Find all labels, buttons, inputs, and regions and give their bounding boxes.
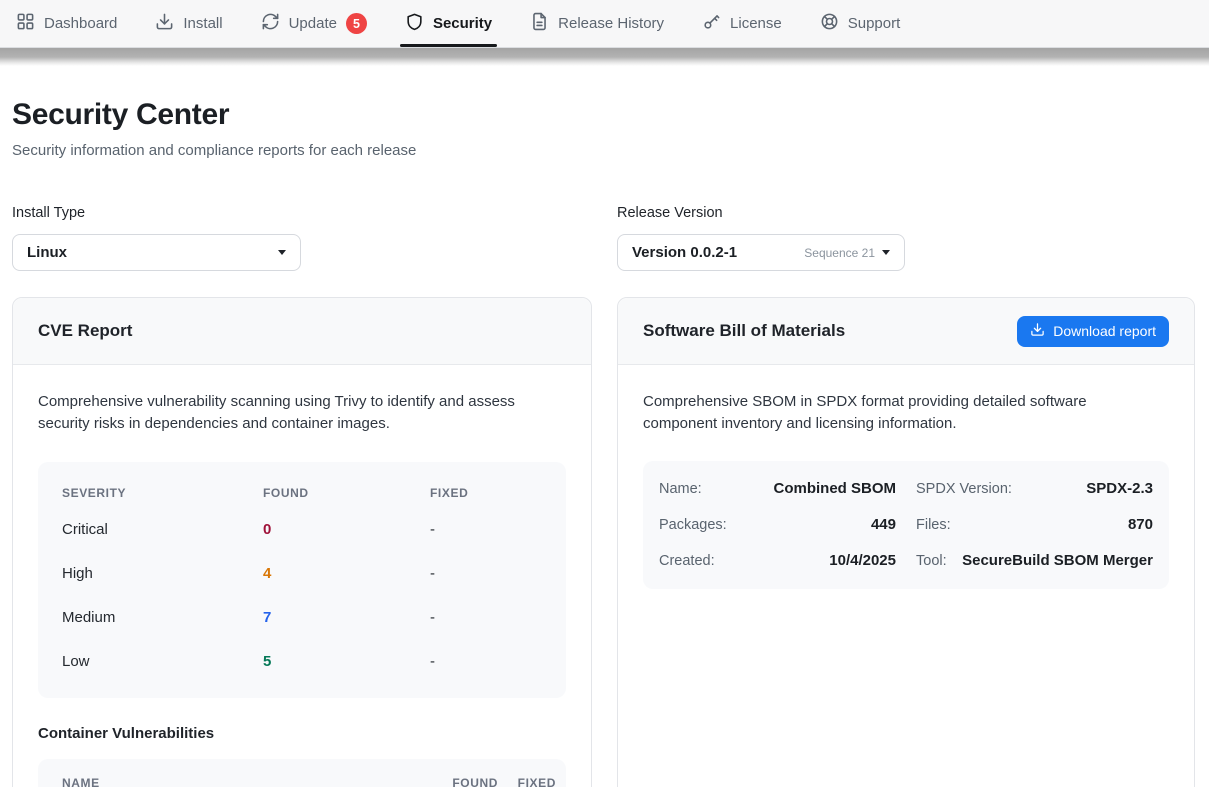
list-item: Packages: 449: [659, 507, 896, 543]
tab-label: Update: [289, 15, 337, 32]
tab-update[interactable]: Update 5: [261, 0, 367, 47]
table-row: High 4 -: [62, 552, 542, 596]
download-icon: [1030, 322, 1045, 340]
severity-col-header: SEVERITY: [62, 486, 263, 500]
tab-label: Install: [183, 15, 222, 32]
fixed-col-header: FIXED: [498, 776, 556, 787]
tab-install[interactable]: Install: [155, 0, 222, 47]
table-row: Critical 0 -: [62, 508, 542, 552]
tab-dashboard[interactable]: Dashboard: [16, 0, 117, 47]
tab-label: License: [730, 15, 782, 32]
detail-value: 10/4/2025: [829, 552, 896, 569]
tab-license[interactable]: License: [702, 0, 782, 47]
sbom-card: Software Bill of Materials Download repo…: [617, 297, 1195, 787]
page-title: Security Center: [12, 98, 1195, 132]
found-col-header: FOUND: [412, 776, 498, 787]
name-col-header: NAME: [62, 776, 412, 787]
fixed-col-header: FIXED: [430, 486, 542, 500]
fixed-value: -: [430, 653, 542, 670]
container-vulnerabilities-title: Container Vulnerabilities: [38, 725, 566, 742]
tab-release-history[interactable]: Release History: [530, 0, 664, 47]
found-value: 0: [263, 521, 430, 538]
tab-label: Security: [433, 15, 492, 32]
found-value: 5: [263, 653, 430, 670]
severity-label: Low: [62, 653, 263, 670]
dashboard-grid-icon: [16, 12, 35, 35]
detail-value: Combined SBOM: [774, 480, 897, 497]
cve-report-card: CVE Report Comprehensive vulnerability s…: [12, 297, 592, 787]
detail-label: Name:: [659, 481, 702, 497]
found-col-header: FOUND: [263, 486, 430, 500]
filters-row: Install Type Linux Release Version Versi…: [12, 205, 1195, 271]
found-value: 4: [263, 565, 430, 582]
fixed-value: -: [430, 565, 542, 582]
tab-support[interactable]: Support: [820, 0, 901, 47]
detail-value: SPDX-2.3: [1086, 480, 1153, 497]
container-vulnerabilities-table-header: NAME FOUND FIXED: [38, 759, 566, 787]
chevron-down-icon: [882, 250, 890, 255]
release-version-label: Release Version: [617, 205, 1195, 221]
sbom-body: Comprehensive SBOM in SPDX format provid…: [618, 365, 1194, 615]
page-subtitle: Security information and compliance repo…: [12, 142, 1195, 159]
detail-label: Files:: [916, 517, 951, 533]
severity-table-header: SEVERITY FOUND FIXED: [62, 474, 542, 508]
fixed-value: -: [430, 521, 542, 538]
sbom-details-table: Name: Combined SBOM SPDX Version: SPDX-2…: [643, 461, 1169, 589]
install-type-select[interactable]: Linux: [12, 234, 301, 271]
detail-label: Created:: [659, 553, 715, 569]
detail-label: Packages:: [659, 517, 727, 533]
shield-icon: [405, 12, 424, 35]
list-item: Files: 870: [916, 507, 1153, 543]
found-value: 7: [263, 609, 430, 626]
top-navbar: Dashboard Install Update 5 Security Rele…: [0, 0, 1209, 48]
tab-label: Dashboard: [44, 15, 117, 32]
cve-report-description: Comprehensive vulnerability scanning usi…: [38, 391, 558, 435]
install-type-label: Install Type: [12, 205, 592, 221]
detail-label: SPDX Version:: [916, 481, 1012, 497]
tab-label: Release History: [558, 15, 664, 32]
download-icon: [155, 12, 174, 35]
install-type-value: Linux: [27, 244, 67, 261]
scroll-shadow-band: [0, 48, 1209, 66]
tab-security[interactable]: Security: [405, 0, 492, 47]
severity-label: Critical: [62, 521, 263, 538]
refresh-icon: [261, 12, 280, 35]
list-item: Name: Combined SBOM: [659, 471, 896, 507]
sequence-label: Sequence 21: [804, 246, 875, 260]
main-content: Security Center Security information and…: [0, 98, 1209, 787]
cve-report-body: Comprehensive vulnerability scanning usi…: [13, 365, 591, 787]
sbom-title: Software Bill of Materials: [643, 321, 845, 341]
list-item: Tool: SecureBuild SBOM Merger: [916, 543, 1153, 579]
install-type-filter: Install Type Linux: [12, 205, 592, 271]
severity-label: Medium: [62, 609, 263, 626]
cve-report-title: CVE Report: [38, 321, 132, 341]
life-buoy-icon: [820, 12, 839, 35]
download-report-label: Download report: [1053, 323, 1156, 339]
table-row: Low 5 -: [62, 640, 542, 684]
cards-row: CVE Report Comprehensive vulnerability s…: [12, 297, 1195, 787]
fixed-value: -: [430, 609, 542, 626]
update-count-badge: 5: [346, 13, 367, 34]
download-report-button[interactable]: Download report: [1017, 316, 1169, 347]
list-item: Created: 10/4/2025: [659, 543, 896, 579]
document-icon: [530, 12, 549, 35]
cve-report-header: CVE Report: [13, 298, 591, 365]
table-row: Medium 7 -: [62, 596, 542, 640]
detail-value: SecureBuild SBOM Merger: [962, 552, 1153, 569]
severity-table: SEVERITY FOUND FIXED Critical 0 - High 4: [38, 462, 566, 698]
key-icon: [702, 12, 721, 35]
release-version-select[interactable]: Version 0.0.2-1 Sequence 21: [617, 234, 905, 271]
chevron-down-icon: [278, 250, 286, 255]
detail-label: Tool:: [916, 553, 947, 569]
release-version-value: Version 0.0.2-1: [632, 244, 737, 261]
sbom-description: Comprehensive SBOM in SPDX format provid…: [643, 391, 1163, 435]
list-item: SPDX Version: SPDX-2.3: [916, 471, 1153, 507]
severity-label: High: [62, 565, 263, 582]
sbom-header: Software Bill of Materials Download repo…: [618, 298, 1194, 365]
detail-value: 449: [871, 516, 896, 533]
release-version-filter: Release Version Version 0.0.2-1 Sequence…: [617, 205, 1195, 271]
security-center-page: Dashboard Install Update 5 Security Rele…: [0, 0, 1209, 787]
tab-label: Support: [848, 15, 901, 32]
detail-value: 870: [1128, 516, 1153, 533]
